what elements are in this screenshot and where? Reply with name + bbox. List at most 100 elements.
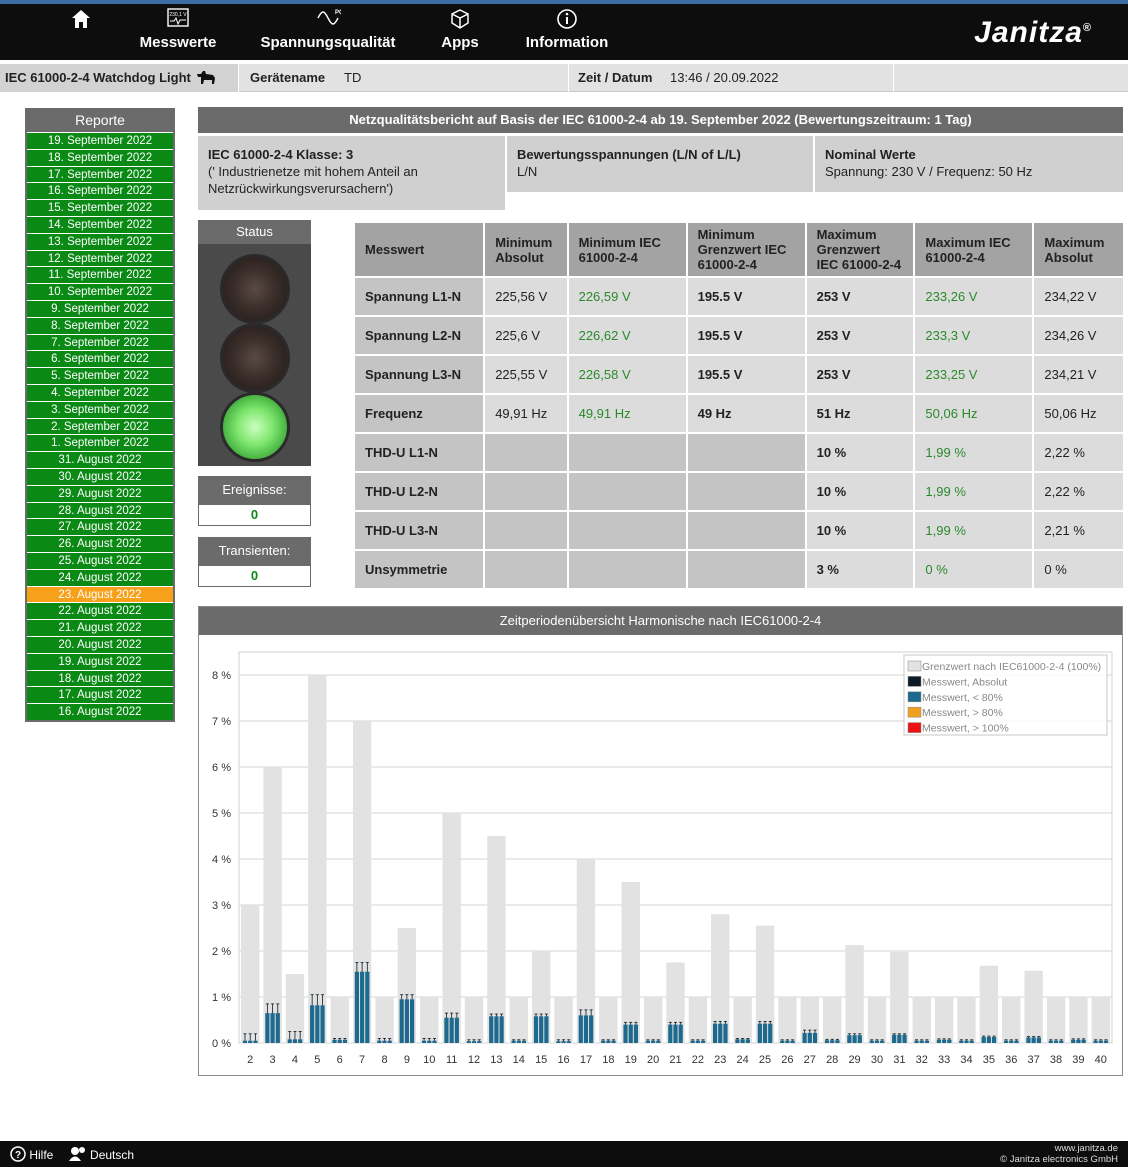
measured-bar [1103,1040,1109,1043]
website-link[interactable]: www.janitza.de [1000,1143,1118,1154]
table-cell [687,551,805,588]
report-item[interactable]: 17. August 2022 [27,686,173,704]
report-item[interactable]: 11. September 2022 [27,266,173,284]
measured-bar [869,1040,874,1043]
measured-bar [611,1040,616,1043]
x-tick-label: 39 [1072,1054,1084,1066]
measured-bar [656,1040,661,1043]
measured-bar [628,1024,633,1043]
report-item[interactable]: 3. September 2022 [27,400,173,418]
report-item[interactable]: 27. August 2022 [27,518,173,536]
measured-bar [700,1040,706,1043]
nav-information[interactable]: Information [524,8,610,52]
measured-bar [785,1040,790,1043]
report-item[interactable]: 29. August 2022 [27,484,173,502]
class-box: IEC 61000-2-4 Klasse: 3 (' Industrienetz… [198,136,505,210]
report-item[interactable]: 5. September 2022 [27,367,173,384]
report-item[interactable]: 6. September 2022 [27,350,173,368]
table-row: Spannung L1-N 225,56 V 226,59 V 195.5 V 253 … [355,278,1123,315]
measured-bar [1031,1037,1036,1043]
report-item[interactable]: 1. September 2022 [27,434,173,452]
chart-title: Zeitperiodenübersicht Harmonische nach I… [199,607,1122,635]
measured-bar [1076,1039,1081,1043]
report-item[interactable]: 16. August 2022 [27,703,173,720]
measured-bar [947,1039,952,1043]
measured-bar [466,1041,471,1043]
x-tick-label: 16 [557,1054,569,1066]
report-item[interactable]: 17. September 2022 [27,165,173,183]
table-cell: 1,99 % [915,512,1033,549]
nav-label: Apps [441,34,479,51]
report-item[interactable]: 9. September 2022 [27,299,173,317]
nav-messwerte[interactable]: 230,1 V Messwerte [138,8,218,52]
report-item[interactable]: 15. September 2022 [27,199,173,216]
voltage-title: Bewertungsspannungen (L/N of L/L) [517,147,741,162]
x-tick-label: 9 [404,1054,410,1066]
measured-bar [566,1041,571,1043]
report-item[interactable]: 28. August 2022 [27,501,173,519]
table-cell: 253 V [806,278,914,315]
green-lamp [220,392,290,462]
nav-spannungsqualitaet[interactable]: PQ Spannungsqualität [258,8,398,52]
report-item[interactable]: 24. August 2022 [27,568,173,586]
report-item[interactable]: 19. August 2022 [27,652,173,670]
measured-bar [668,1024,673,1043]
table-cell: 49,91 Hz [568,395,686,432]
measured-bar [404,999,409,1043]
transients-box: Transienten: 0 [198,537,311,587]
help-button[interactable]: ? Hilfe [10,1146,57,1162]
report-item[interactable]: 16. September 2022 [27,182,173,200]
events-value: 0 [198,504,311,526]
column-header: Minimum IEC 61000-2-4 [568,223,686,276]
measured-bar [287,1039,292,1043]
report-item[interactable]: 20. August 2022 [27,635,173,653]
home-button[interactable] [70,8,92,34]
measured-bar [354,971,360,1043]
measured-bar [1003,1040,1009,1043]
report-item[interactable]: 7. September 2022 [27,333,173,351]
report-item[interactable]: 21. August 2022 [27,619,173,636]
janitza-logo: Janitza® [974,16,1092,49]
report-item[interactable]: 19. September 2022 [27,132,173,149]
report-item[interactable]: 25. August 2022 [27,551,173,569]
report-item[interactable]: 2. September 2022 [27,417,173,435]
info-icon [524,8,610,34]
report-item[interactable]: 8. September 2022 [27,316,173,334]
measured-bar [936,1039,942,1043]
table-cell: 225,55 V [485,356,567,393]
x-tick-label: 7 [359,1054,365,1066]
report-item[interactable]: 10. September 2022 [27,283,173,300]
limit-bar [823,997,842,1043]
table-row: Unsymmetrie 3 % 0 % 0 % [355,551,1123,588]
report-item[interactable]: 12. September 2022 [27,249,173,267]
yellow-lamp [220,323,290,393]
report-item[interactable]: 14. September 2022 [27,215,173,233]
measured-bar [365,971,370,1043]
report-item[interactable]: 4. September 2022 [27,383,173,401]
report-item[interactable]: 30. August 2022 [27,467,173,485]
measured-bar [253,1040,258,1043]
report-item[interactable]: 13. September 2022 [27,232,173,250]
report-item[interactable]: 23. August 2022 [27,585,173,603]
table-cell: 226,58 V [568,356,686,393]
report-item[interactable]: 18. August 2022 [27,669,173,687]
measured-bar [835,1040,840,1043]
language-icon [68,1147,85,1161]
measured-bar [807,1032,812,1043]
language-button[interactable]: Deutsch [68,1147,134,1162]
report-item[interactable]: 18. September 2022 [27,148,173,166]
voltage-box: Bewertungsspannungen (L/N of L/L) L/N [507,136,813,192]
measured-bar [768,1023,773,1043]
measured-bar [489,1016,494,1043]
report-item[interactable]: 26. August 2022 [27,535,173,552]
harmonics-chart-panel: Zeitperiodenübersicht Harmonische nach I… [198,606,1123,1076]
table-cell [485,473,567,510]
nav-apps[interactable]: Apps [440,8,480,52]
legend-swatch [907,660,922,672]
help-label: Hilfe [29,1148,54,1162]
table-cell [687,473,805,510]
limit-bar [263,767,282,1043]
report-item[interactable]: 22. August 2022 [27,602,173,620]
limit-bar [733,997,752,1043]
report-item[interactable]: 31. August 2022 [27,451,173,468]
